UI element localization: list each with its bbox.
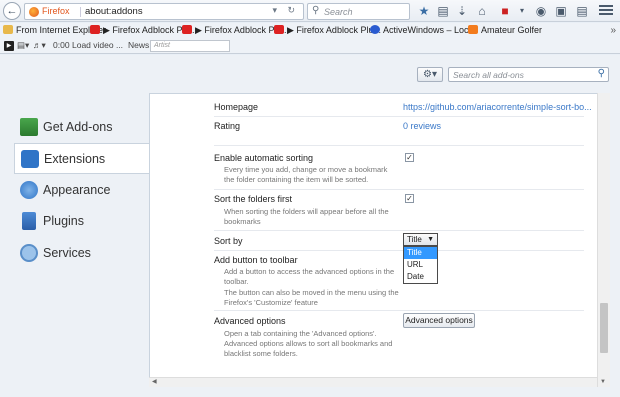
sort-option-title[interactable]: Title xyxy=(404,247,437,259)
folders-first-description: When sorting the folders will appear bef… xyxy=(224,207,389,226)
bookmark-item[interactable]: ▶ Firefox Adblock Plu... xyxy=(182,25,289,37)
category-label: Plugins xyxy=(43,214,84,228)
screenshot-icon[interactable]: ▣ xyxy=(553,3,569,19)
horizontal-scrollbar[interactable]: ◀ xyxy=(149,377,597,387)
toolbar-button-description: Add a button to access the advanced opti… xyxy=(224,267,395,286)
chevron-down-icon: ▼ xyxy=(427,236,434,243)
youtube-icon xyxy=(90,25,100,34)
toolbar-button-description-2: The button can also be moved in the menu… xyxy=(224,288,399,307)
folders-first-checkbox[interactable]: ✓ xyxy=(405,194,414,203)
dropdown-arrow-icon[interactable]: ▾ xyxy=(514,3,530,19)
auto-sort-description: Every time you add, change or move a boo… xyxy=(224,165,388,184)
tools-gear-icon[interactable]: ⚙▾ xyxy=(417,67,443,82)
advanced-options-description: Open a tab containing the 'Advanced opti… xyxy=(224,329,393,358)
homepage-link[interactable]: https://github.com/ariacorrente/simple-s… xyxy=(403,102,592,112)
bookmark-item[interactable]: ▶ Firefox Adblock Plu... xyxy=(274,25,381,37)
row-divider xyxy=(214,230,584,231)
folders-first-label: Sort the folders first xyxy=(214,194,293,204)
search-icon[interactable]: ⚲ xyxy=(598,68,605,79)
sort-option-url[interactable]: URL xyxy=(404,259,437,271)
category-label: Services xyxy=(43,246,91,260)
sort-option-date[interactable]: Date xyxy=(404,271,437,283)
news-label[interactable]: News xyxy=(128,40,149,50)
download-icon[interactable]: ⇣ xyxy=(454,3,470,19)
row-divider xyxy=(214,116,584,117)
url-separator xyxy=(80,7,81,17)
list-icon[interactable]: ▤▾ xyxy=(17,40,29,51)
abp-icon[interactable]: ■ xyxy=(497,3,513,19)
bookmark-item[interactable]: ▶ Firefox Adblock Plu... xyxy=(90,25,197,37)
url-text[interactable]: about:addons xyxy=(85,6,143,17)
navigation-toolbar: ← Firefox about:addons ▾ ↻ ⚲ Search ★ ▤ … xyxy=(0,0,620,22)
row-divider xyxy=(214,145,584,146)
homepage-label: Homepage xyxy=(214,102,259,112)
plugin-icon xyxy=(22,212,36,230)
bookmark-item[interactable]: ActiveWindows – Loc... xyxy=(370,25,476,37)
back-button[interactable]: ← xyxy=(3,2,21,20)
blogger-icon xyxy=(468,25,478,34)
category-plugins[interactable]: Plugins xyxy=(14,206,149,237)
folder-icon xyxy=(3,25,13,34)
sort-by-selected-value: Title xyxy=(407,235,422,244)
category-get-addons[interactable]: Get Add-ons xyxy=(14,112,149,143)
extension-icon[interactable]: ◉ xyxy=(533,3,549,19)
search-icon: ⚲ xyxy=(312,5,320,16)
clipboard-icon[interactable]: ▤ xyxy=(435,3,451,19)
row-divider xyxy=(214,189,584,190)
row-divider xyxy=(214,250,584,251)
load-video-button[interactable]: Load video ... xyxy=(72,40,123,50)
category-appearance[interactable]: Appearance xyxy=(14,175,149,206)
home-icon[interactable]: ⌂ xyxy=(474,3,490,19)
search-bar[interactable]: ⚲ Search xyxy=(307,3,410,20)
vertical-scrollbar[interactable]: ▼ xyxy=(597,93,610,387)
identity-label: Firefox xyxy=(42,6,70,16)
puzzle-piece-icon xyxy=(21,150,39,168)
bookmarks-overflow-icon[interactable]: » xyxy=(610,25,616,36)
firefox-icon xyxy=(29,7,39,17)
get-addons-icon xyxy=(20,118,38,136)
auto-sort-label: Enable automatic sorting xyxy=(214,153,314,163)
media-logo-icon[interactable]: ▶ xyxy=(4,41,14,51)
scrollbar-thumb[interactable] xyxy=(600,303,608,353)
rating-link[interactable]: 0 reviews xyxy=(403,121,441,131)
rating-label: Rating xyxy=(214,121,241,131)
bookmark-item[interactable]: Amateur Golfer xyxy=(468,25,542,37)
category-services[interactable]: Services xyxy=(14,238,149,269)
category-extensions[interactable]: Extensions xyxy=(14,143,149,174)
appearance-icon xyxy=(20,181,38,199)
scroll-down-icon[interactable]: ▼ xyxy=(600,379,606,385)
activewindows-icon xyxy=(370,25,380,34)
addon-search-placeholder: Search all add-ons xyxy=(453,70,524,80)
category-label: Get Add-ons xyxy=(43,120,113,134)
advanced-options-button[interactable]: Advanced options xyxy=(403,313,475,328)
addon-details-panel: Homepage https://github.com/ariacorrente… xyxy=(149,93,610,387)
addon-search-input[interactable]: Search all add-ons ⚲ xyxy=(448,67,609,82)
advanced-options-label: Advanced options xyxy=(214,316,286,326)
url-bar[interactable]: Firefox about:addons ▾ ↻ xyxy=(24,3,304,20)
reading-list-icon[interactable]: ▤ xyxy=(574,3,590,19)
addons-header: ⚙▾ Search all add-ons ⚲ xyxy=(0,55,620,93)
row-divider xyxy=(214,310,584,311)
bookmarks-toolbar: From Internet Explorer ▶ Firefox Adblock… xyxy=(0,23,620,39)
hamburger-menu-icon[interactable] xyxy=(598,3,614,19)
media-time: 0:00 xyxy=(53,40,70,50)
auto-sort-checkbox[interactable]: ✓ xyxy=(405,153,414,162)
sort-by-dropdown: Title URL Date xyxy=(403,246,438,284)
search-placeholder: Search xyxy=(324,7,353,17)
youtube-icon xyxy=(182,25,192,34)
services-icon xyxy=(20,244,38,262)
scroll-left-icon[interactable]: ◀ xyxy=(152,378,157,385)
category-label: Extensions xyxy=(44,152,106,166)
volume-icon[interactable]: ♬▾ xyxy=(33,40,46,51)
bookmark-star-icon[interactable]: ★ xyxy=(416,3,432,19)
youtube-icon xyxy=(274,25,284,34)
toolbar-button-label: Add button to toolbar xyxy=(214,255,298,265)
sort-by-label: Sort by xyxy=(214,236,243,246)
media-toolbar: ▶ ▤▾ ♬▾ 0:00 Load video ... News Artist xyxy=(0,39,620,54)
reload-icon[interactable]: ▾ ↻ xyxy=(272,5,299,16)
artist-input[interactable]: Artist xyxy=(150,40,230,52)
sort-by-select[interactable]: Title ▼ xyxy=(403,233,438,246)
category-label: Appearance xyxy=(43,183,111,197)
